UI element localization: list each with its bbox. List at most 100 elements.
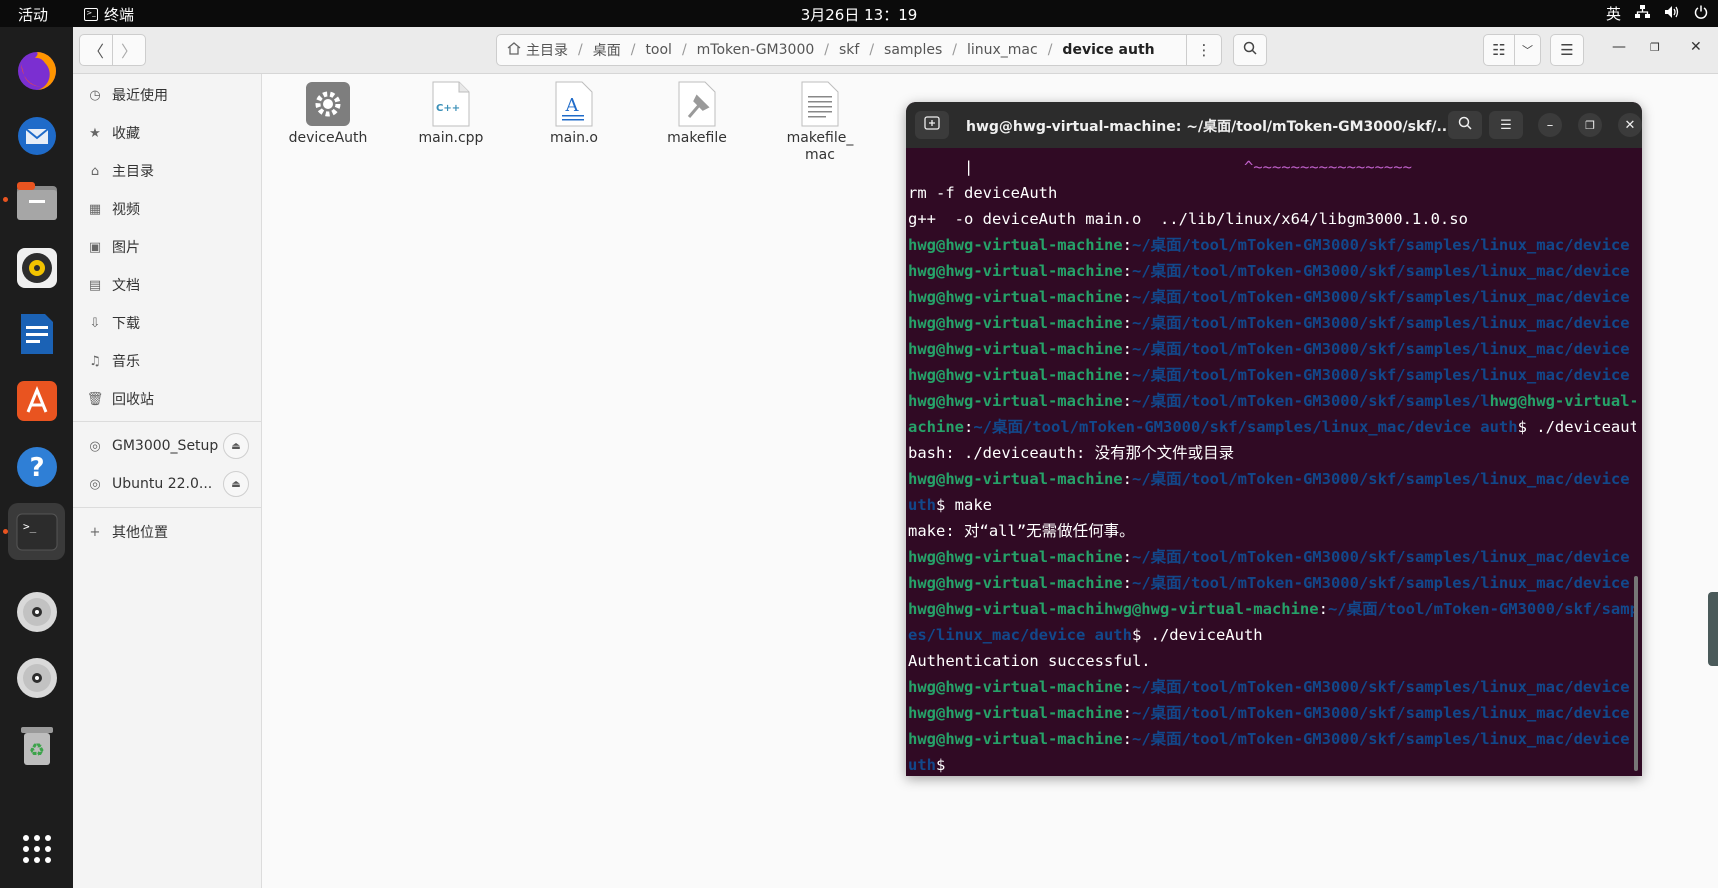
search-button[interactable] <box>1233 34 1267 66</box>
writer-icon[interactable] <box>8 305 65 362</box>
sidebar-item-recent[interactable]: ◷ 最近使用 <box>73 77 262 113</box>
terminal-output[interactable]: | ^~~~~~~~~~~~~~~~~~ rm -f deviceAuth g+… <box>908 154 1636 776</box>
disc-icon: ◎ <box>89 438 101 454</box>
network-icon[interactable] <box>1635 4 1650 23</box>
breadcrumb-tool[interactable]: tool <box>645 42 672 58</box>
breadcrumb-linux-mac[interactable]: linux_mac <box>967 42 1038 58</box>
disc2-icon[interactable] <box>8 649 65 706</box>
sidebar-item-trash[interactable]: 🗑 回收站 <box>73 381 262 417</box>
new-tab-icon <box>924 116 940 134</box>
top-bar: 活动 >_ 终端 3月26日 13：19 英 <box>0 0 1718 27</box>
sidebar-item-label: 文档 <box>112 278 140 294</box>
eject-icon[interactable]: ⏏ <box>223 471 249 497</box>
music-icon: ♫ <box>89 353 101 369</box>
terminal-minimize-button[interactable]: – <box>1538 113 1562 137</box>
sidebar-item-label: 收藏 <box>112 126 140 142</box>
sidebar-item-music[interactable]: ♫ 音乐 <box>73 343 262 379</box>
breadcrumb-current[interactable]: device auth <box>1062 42 1154 58</box>
firefox-icon[interactable] <box>8 42 65 99</box>
terminal-line: uth$ make <box>908 496 992 514</box>
clock[interactable]: 3月26日 13：19 <box>0 4 1718 25</box>
svg-text:>_: >_ <box>23 520 37 533</box>
breadcrumb-samples[interactable]: samples <box>884 42 942 58</box>
system-tray[interactable]: 英 <box>1606 3 1708 24</box>
file-name: makefile <box>667 130 727 146</box>
eject-icon[interactable]: ⏏ <box>223 433 249 459</box>
sidebar-item-starred[interactable]: ★ 收藏 <box>73 115 262 151</box>
view-list-button[interactable]: ☷ <box>1483 34 1515 66</box>
files-icon[interactable] <box>8 173 65 230</box>
file-item-main-cpp[interactable]: C++ main.cpp <box>396 81 506 146</box>
file-item-makefile-mac[interactable]: makefile_ mac <box>765 81 875 164</box>
thunderbird-icon[interactable] <box>8 107 65 164</box>
sidebar-item-downloads[interactable]: ⇩ 下载 <box>73 305 262 341</box>
terminal-scrollbar[interactable] <box>1634 576 1638 771</box>
more-vertical-icon: ⋮ <box>1196 41 1212 59</box>
terminal-line: hwg@hwg-virtual-machine:~/桌面/tool/mToken… <box>908 704 1636 722</box>
app-center-icon[interactable] <box>8 372 65 429</box>
disc1-icon[interactable] <box>8 583 65 640</box>
breadcrumb-skf[interactable]: skf <box>839 42 859 58</box>
terminal-maximize-button[interactable]: ❐ <box>1578 113 1602 137</box>
sidebar-item-videos[interactable]: ▦ 视频 <box>73 191 262 227</box>
back-button[interactable]: 〈 <box>79 34 113 66</box>
terminal-menu-button[interactable]: ☰ <box>1489 111 1523 139</box>
sidebar-item-drive-ubuntu[interactable]: ◎ Ubuntu 22.0... ⏏ <box>73 466 262 502</box>
terminal-line: hwg@hwg-virtual-machine:~/桌面/tool/mToken… <box>908 340 1636 358</box>
sidebar-divider <box>73 507 262 508</box>
sidebar-item-pictures[interactable]: ▣ 图片 <box>73 229 262 265</box>
search-icon <box>1243 41 1257 59</box>
close-button[interactable]: ✕ <box>1690 39 1702 55</box>
input-method-indicator[interactable]: 英 <box>1606 3 1621 24</box>
terminal-line: achine:~/桌面/tool/mToken-GM3000/skf/sampl… <box>908 418 1636 436</box>
maximize-button[interactable]: ❐ <box>1650 41 1660 54</box>
new-tab-button[interactable] <box>915 111 949 139</box>
sidebar-item-documents[interactable]: ▤ 文档 <box>73 267 262 303</box>
terminal-line: hwg@hwg-virtual-machine:~/桌面/tool/mToken… <box>908 366 1636 384</box>
sidebar-item-label: 其他位置 <box>112 525 168 541</box>
sidebar-item-drive-gm3000[interactable]: ◎ GM3000_Setup ⏏ <box>73 428 262 464</box>
breadcrumb-desktop[interactable]: 桌面 <box>593 40 621 60</box>
trash-icon[interactable]: ♻ <box>8 716 65 773</box>
show-apps-icon[interactable] <box>8 820 65 877</box>
minimize-button[interactable]: — <box>1612 39 1626 55</box>
sidebar-item-label: 最近使用 <box>112 88 168 104</box>
terminal-search-button[interactable] <box>1448 111 1482 139</box>
rhythmbox-icon[interactable] <box>8 239 65 296</box>
terminal-line: hwg@hwg-virtual-machine:~/桌面/tool/mToken… <box>908 470 1636 488</box>
sidebar-divider <box>73 421 262 422</box>
sidebar-item-label: 视频 <box>112 202 140 218</box>
breadcrumb: 主目录 / 桌面 / tool / mToken-GM3000/ skf / sampl… <box>496 34 1221 66</box>
file-name: deviceAuth <box>288 130 368 146</box>
sidebar-item-label: Ubuntu 22.0... <box>112 476 213 492</box>
clock-icon: ◷ <box>89 87 101 103</box>
dock: ? >_ ♻ <box>0 27 73 888</box>
edge-widget[interactable] <box>1708 592 1718 666</box>
breadcrumb-mtoken[interactable]: mToken-GM3000 <box>697 42 815 58</box>
terminal-icon[interactable]: >_ <box>8 503 65 560</box>
main-menu-button[interactable]: ☰ <box>1550 34 1584 66</box>
terminal-line: rm -f deviceAuth <box>908 184 1058 202</box>
terminal-line: hwg@hwg-virtual-machine:~/桌面/tool/mToken… <box>908 392 1636 410</box>
volume-icon[interactable] <box>1664 5 1680 23</box>
file-item-main-o[interactable]: A main.o <box>519 81 629 146</box>
home-icon <box>507 41 521 59</box>
view-options-button[interactable]: ﹀ <box>1514 34 1541 66</box>
terminal-line: hwg@hwg-virtual-machine:~/桌面/tool/mToken… <box>908 288 1636 306</box>
help-icon[interactable]: ? <box>8 438 65 495</box>
breadcrumb-home[interactable]: 主目录 <box>526 40 568 60</box>
terminal-line: hwg@hwg-virtual-machine:~/桌面/tool/mToken… <box>908 548 1636 566</box>
download-icon: ⇩ <box>89 315 101 331</box>
forward-button[interactable]: 〉 <box>112 34 146 66</box>
terminal-close-button[interactable]: ✕ <box>1618 113 1642 137</box>
sidebar-item-other-locations[interactable]: + 其他位置 <box>73 514 262 550</box>
plus-icon: + <box>89 524 101 540</box>
svg-text:♻: ♻ <box>28 740 44 761</box>
sidebar-item-home[interactable]: ⌂ 主目录 <box>73 153 262 189</box>
power-icon[interactable] <box>1694 5 1708 23</box>
file-item-deviceauth[interactable]: deviceAuth <box>273 81 383 146</box>
document-icon: ▤ <box>88 277 102 293</box>
terminal-line: make: 对“all”无需做任何事。 <box>908 522 1135 540</box>
file-item-makefile[interactable]: makefile <box>642 81 752 146</box>
path-menu-button[interactable]: ⋮ <box>1186 34 1222 66</box>
